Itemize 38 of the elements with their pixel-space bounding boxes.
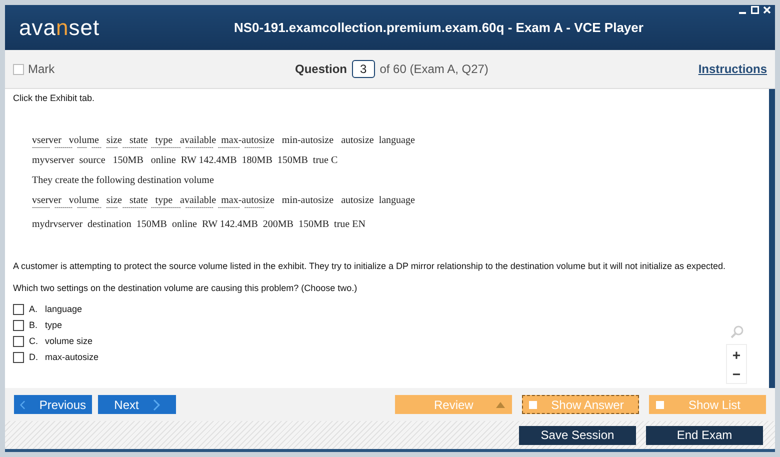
option-label[interactable]: language xyxy=(45,303,82,315)
option-label[interactable]: type xyxy=(45,319,62,331)
volume-row-text: myvserver source 150MB online RW 142.4MB 180MB 150MB true C xyxy=(32,154,339,167)
answer-checkbox[interactable] xyxy=(13,352,24,362)
column-headers: vserver volume size state type available max-autosize min-autosize autosize language xyxy=(32,194,416,207)
scrollbar[interactable] xyxy=(769,89,775,388)
answer-checkbox[interactable] xyxy=(13,336,24,346)
question-text: A customer is attempting to protect the source volume listed in the exhibit. They try to initialize a DP mirror relationship to the destination volume but it will not initialize as expected. xyxy=(13,261,727,271)
window-title: NS0-191.examcollection.premium.exam.60q - Exam A - VCE Player xyxy=(234,20,644,35)
exhibit-text: They create the following destination volume xyxy=(32,174,215,187)
save-session-button[interactable]: Save Session xyxy=(519,426,636,444)
question-label: Question xyxy=(295,62,348,76)
answer-checkbox[interactable] xyxy=(13,304,24,314)
mark-checkbox[interactable] xyxy=(13,64,24,74)
option-letter: B. xyxy=(29,319,39,331)
previous-button[interactable]: Previous xyxy=(14,395,92,414)
question-prompt: Which two settings on the destination volume are causing this problem? (Choose two.) xyxy=(13,283,358,293)
option-label[interactable]: volume size xyxy=(45,335,93,347)
question-number-field[interactable]: 3 xyxy=(352,60,375,78)
answer-checkbox[interactable] xyxy=(13,320,24,330)
option-letter: C. xyxy=(29,335,39,347)
maximize-icon[interactable] xyxy=(751,6,759,14)
option-letter: A. xyxy=(29,303,39,315)
close-icon[interactable] xyxy=(763,6,771,14)
column-headers: vserver volume size state type available max-autosize min-autosize autosize language xyxy=(32,134,416,147)
option-label[interactable]: max-autosize xyxy=(45,351,99,363)
instructions-link[interactable]: Instructions xyxy=(698,62,767,76)
chevron-right-icon xyxy=(152,398,160,410)
question-total: of 60 (Exam A, Q27) xyxy=(380,62,488,76)
question-intro: Click the Exhibit tab. xyxy=(13,93,96,103)
end-exam-button[interactable]: End Exam xyxy=(646,426,763,444)
next-button[interactable]: Next xyxy=(98,395,176,414)
volume-row-text: mydrvserver destination 150MB online RW 142.4MB 200MB 150MB true EN xyxy=(32,218,366,231)
chevron-left-icon xyxy=(20,398,26,410)
option-letter: D. xyxy=(29,351,39,363)
logo: avanset xyxy=(19,14,101,40)
mark-label[interactable]: Mark xyxy=(28,62,55,76)
caret-up-icon xyxy=(496,402,505,408)
